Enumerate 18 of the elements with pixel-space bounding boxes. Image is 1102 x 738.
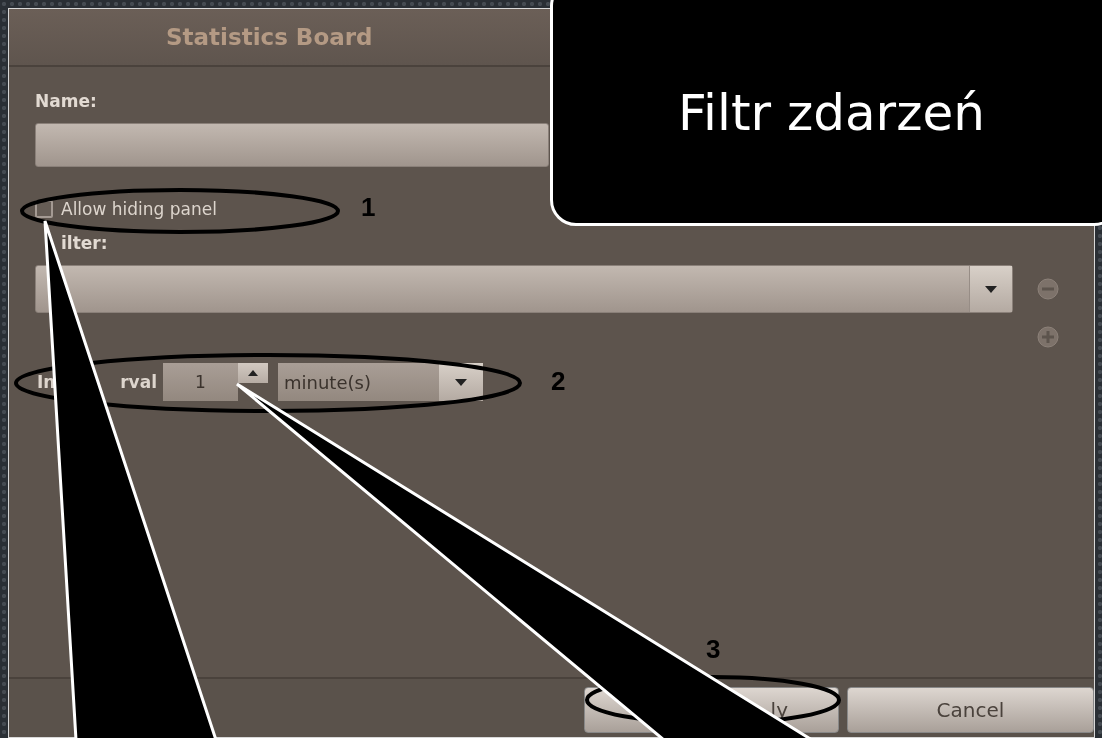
- unit-dropdown[interactable]: minute(s): [278, 363, 483, 401]
- name-field[interactable]: [35, 123, 549, 167]
- filter-label: ilter:: [60, 233, 108, 255]
- cancel-button[interactable]: Cancel: [847, 687, 1094, 733]
- plus-icon[interactable]: [1037, 326, 1059, 348]
- interval-label: rval: [120, 372, 157, 392]
- annotation-number: 3: [706, 634, 721, 665]
- caret-icon: [985, 285, 997, 293]
- minus-icon[interactable]: [1037, 278, 1059, 300]
- up-arrow-icon[interactable]: [248, 370, 258, 376]
- callout-text: Filtr zdarzeń: [678, 84, 985, 142]
- name-label: Name:: [35, 91, 97, 113]
- caret-icon: [455, 378, 467, 386]
- checkbox-label: Allow hiding panel: [61, 199, 217, 219]
- dialog-title: Statistics Board: [166, 24, 373, 50]
- filter-dropdown[interactable]: [35, 265, 1013, 313]
- annotation-number: 2: [551, 366, 566, 397]
- annotation-number: 1: [361, 192, 376, 223]
